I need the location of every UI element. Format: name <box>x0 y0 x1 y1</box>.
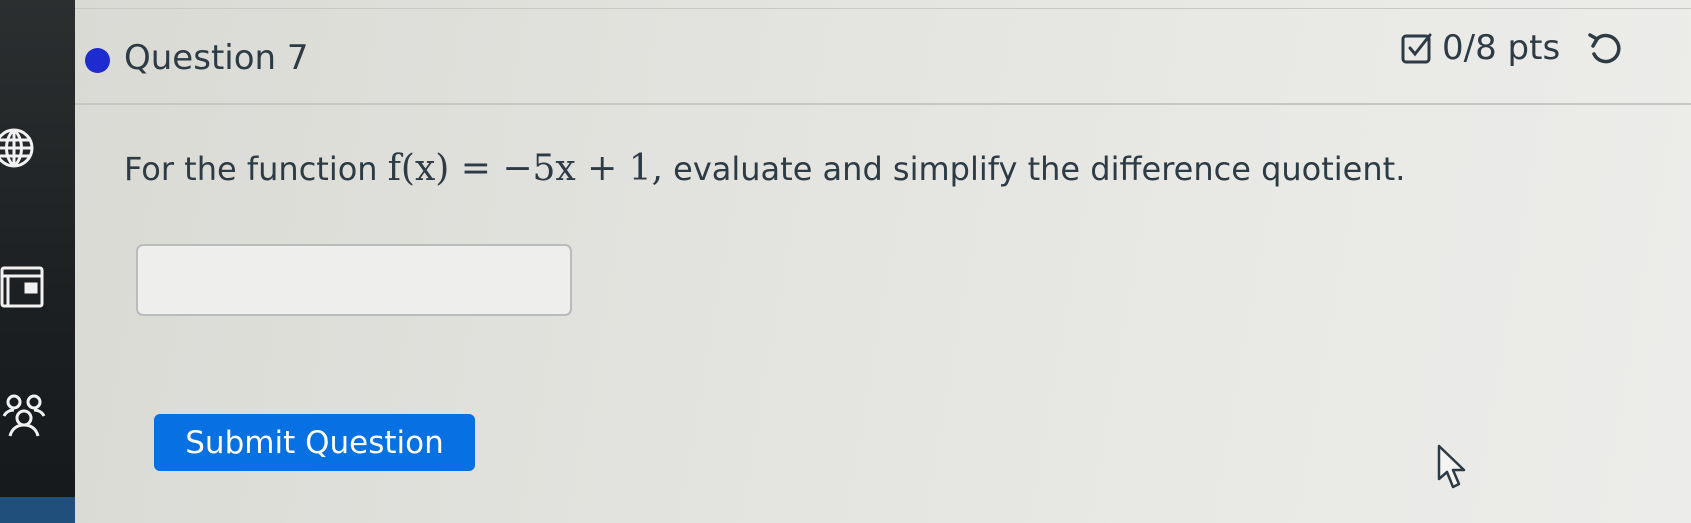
top-divider <box>75 8 1691 9</box>
prompt-text-start: For the function <box>124 150 378 188</box>
checkbox-icon <box>1400 31 1434 65</box>
calendar-icon[interactable] <box>0 262 48 310</box>
answer-input[interactable] <box>136 244 572 316</box>
submit-question-button[interactable]: Submit Question <box>154 414 475 471</box>
function-expression: f(x) = −5x + 1, <box>387 148 664 189</box>
globe-icon[interactable] <box>0 124 48 172</box>
points-area: 0/8 pts <box>1400 28 1644 68</box>
question-title: Question 7 <box>124 38 309 78</box>
points-value: 0/8 pts <box>1442 28 1561 68</box>
cutoff-glyph <box>1638 35 1644 61</box>
question-status-dot <box>85 48 110 73</box>
retry-icon[interactable] <box>1586 29 1624 67</box>
header-divider <box>75 103 1691 105</box>
nav-bottom-bar <box>0 497 75 523</box>
question-prompt: For the function f(x) = −5x + 1, evaluat… <box>124 148 1405 189</box>
question-panel: Question 7 0/8 pts For the function f(x)… <box>75 0 1691 523</box>
left-navigation <box>0 0 75 523</box>
mouse-cursor-icon <box>1436 443 1470 491</box>
prompt-text-end: evaluate and simplify the difference quo… <box>673 150 1406 188</box>
people-icon[interactable] <box>0 392 48 440</box>
